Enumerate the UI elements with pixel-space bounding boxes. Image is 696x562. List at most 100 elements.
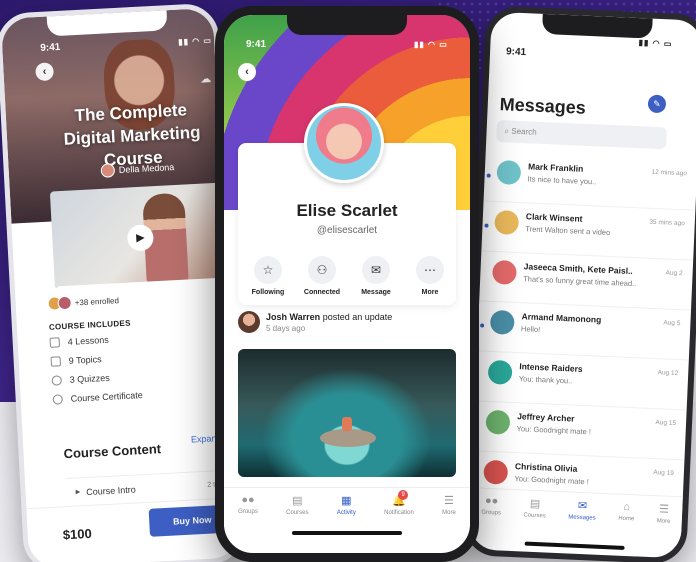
includes-label: 4 Lessons — [67, 334, 109, 347]
conversation-preview: You: Goodnight mate ! — [516, 424, 592, 437]
compose-icon[interactable]: ✎ — [647, 94, 667, 114]
tab-notification[interactable]: 🔔 9 Notification — [384, 488, 414, 527]
rock-platform — [320, 429, 376, 447]
people-figures — [342, 417, 352, 431]
search-input[interactable]: ⌕ Search — [496, 119, 667, 150]
course-price: $100 — [62, 525, 93, 543]
status-icons: ▮▮ ◠ ▭ — [414, 40, 448, 49]
includes-lessons: 4 Lessons — [49, 329, 226, 348]
action-label: Connected — [303, 289, 341, 296]
home-icon: ⌂ — [623, 500, 631, 514]
conversation-body: Jeffrey Archer You: Goodnight mate ! — [516, 411, 648, 439]
course-video[interactable]: ▶ — [49, 182, 225, 290]
conversation-preview: You: Goodnight mate ! — [514, 474, 589, 487]
status-icons: ▮▮ ◠ ▭ — [177, 35, 213, 47]
conversation-item[interactable]: Jeffrey Archer You: Goodnight mate ! Aug 1… — [472, 401, 687, 461]
conversation-time: 12 mins ago — [651, 168, 688, 178]
unread-dot — [486, 173, 491, 178]
avatar — [491, 259, 517, 285]
conversation-item[interactable]: Intense Raiders You: thank you.. Aug 12 — [474, 351, 689, 411]
conversation-preview: That's so funny great time ahead.. — [523, 274, 637, 289]
includes-certificate: Course Certificate — [52, 386, 228, 405]
conversation-preview: You: thank you.. — [518, 374, 573, 386]
post-image[interactable] — [238, 349, 456, 477]
download-icon[interactable]: ☁ — [200, 72, 212, 86]
tab-label: Messages — [568, 514, 596, 522]
messages-phone: 9:41 ▮▮ ◠ ▭ Messages ✎ ⌕ Search Mark Fra… — [462, 5, 696, 562]
avatar — [487, 359, 513, 385]
conversation-time: Aug 15 — [655, 419, 677, 428]
groups-icon: ●● — [484, 494, 499, 508]
message-button[interactable]: ✉ Message — [352, 256, 400, 296]
tab-label: More — [442, 510, 456, 516]
groups-icon: ●● — [241, 494, 255, 506]
profile-avatar[interactable] — [304, 103, 384, 183]
course-phone: 9:41 ▮▮ ◠ ▭ ‹ ☁ The Complete Digital Mar… — [0, 2, 247, 562]
tab-groups[interactable]: ●● Groups — [481, 489, 502, 529]
post-author[interactable]: Josh Warren — [266, 312, 320, 322]
conversation-time: 35 mins ago — [649, 218, 685, 228]
tab-label: Home — [618, 515, 635, 523]
back-button[interactable]: ‹ — [238, 63, 256, 81]
enrolled-avatar — [57, 295, 73, 311]
includes-label: Course Certificate — [70, 390, 143, 404]
avatar — [489, 309, 515, 335]
unread-dot — [484, 223, 489, 228]
tab-more[interactable]: ☰ More — [442, 488, 456, 527]
avatar — [483, 459, 509, 485]
conversation-item[interactable]: Clark Winsent Trent Walton sent a video 35… — [481, 201, 696, 261]
tab-courses[interactable]: ▤ Courses — [523, 491, 547, 531]
following-button[interactable]: ☆ Following — [244, 256, 292, 296]
post-author-avatar[interactable] — [238, 311, 260, 333]
tab-activity[interactable]: ▦ Activity — [337, 488, 356, 527]
author-name: Della Medona — [118, 162, 175, 175]
more-button[interactable]: ⋯ More — [406, 256, 454, 296]
includes-label: 9 Topics — [68, 354, 102, 366]
status-time: 9:41 — [505, 46, 527, 59]
tab-label: Groups — [238, 509, 258, 515]
profile-phone: 9:41 ▮▮ ◠ ▭ ‹ Elise Scarlet @elisescarle… — [215, 6, 479, 562]
includes-quizzes: 3 Quizzes — [51, 367, 227, 386]
topics-icon — [50, 356, 62, 367]
conversation-time: Aug 19 — [653, 469, 675, 478]
courses-icon: ▤ — [529, 497, 541, 511]
bottom-tab-bar: ●● Groups ▤ Courses ✉ Messages ⌂ Home ☰ More — [469, 487, 683, 537]
status-time: 9:41 — [246, 39, 267, 50]
includes-label: 3 Quizzes — [69, 372, 110, 385]
conversation-body: Christina Olivia You: Goodnight mate ! — [514, 461, 646, 489]
conversation-body: Clark Winsent Trent Walton sent a video — [525, 211, 642, 238]
conversation-item[interactable]: Armand Mamonong Hello! Aug 5 — [477, 301, 691, 361]
conversation-item[interactable]: Jaseeca Smith, Kete Paisl.. That's so fun… — [479, 251, 694, 311]
more-icon: ☰ — [658, 503, 670, 516]
tab-home[interactable]: ⌂ Home — [618, 495, 636, 535]
enrolled-label: +38 enrolled — [74, 295, 120, 307]
conversation-item[interactable]: Mark Franklin Its nice to have you.. 12 mi… — [483, 151, 696, 211]
connected-button[interactable]: ⚇ Connected — [298, 256, 346, 296]
course-content-heading: Course Content — [63, 441, 162, 462]
action-label: More — [421, 289, 439, 296]
course-info-card: +38 enrolled COURSE INCLUDES 4 Lessons 9… — [47, 277, 242, 427]
tab-groups[interactable]: ●● Groups — [238, 488, 258, 527]
tab-more[interactable]: ☰ More — [656, 496, 671, 536]
notch — [287, 15, 407, 35]
tab-messages[interactable]: ✉ Messages — [568, 492, 597, 532]
following-icon: ☆ — [254, 256, 282, 284]
lessons-icon — [49, 337, 61, 348]
tab-label: Courses — [523, 512, 546, 520]
profile-name: Elise Scarlet — [296, 201, 398, 220]
message-icon: ✉ — [362, 256, 390, 284]
tab-label: Activity — [336, 510, 356, 516]
author-avatar — [100, 163, 116, 178]
purchase-footer: $100 Buy Now — [26, 497, 242, 562]
includes-topics: 9 Topics — [50, 348, 227, 367]
conversation-preview: Trent Walton sent a video — [525, 224, 611, 238]
expand-arrow-icon: ▶ — [75, 489, 81, 496]
post-action: posted an update — [322, 311, 393, 322]
tab-courses[interactable]: ▤ Courses — [286, 488, 308, 527]
conversation-body: Jaseeca Smith, Kete Paisl.. That's so fun… — [523, 261, 659, 289]
post-title: Josh Warren posted an update — [266, 312, 392, 322]
avatar — [494, 209, 520, 235]
certificate-icon — [52, 394, 64, 405]
mail-icon: ✉ — [577, 499, 588, 513]
avatar — [485, 409, 511, 435]
